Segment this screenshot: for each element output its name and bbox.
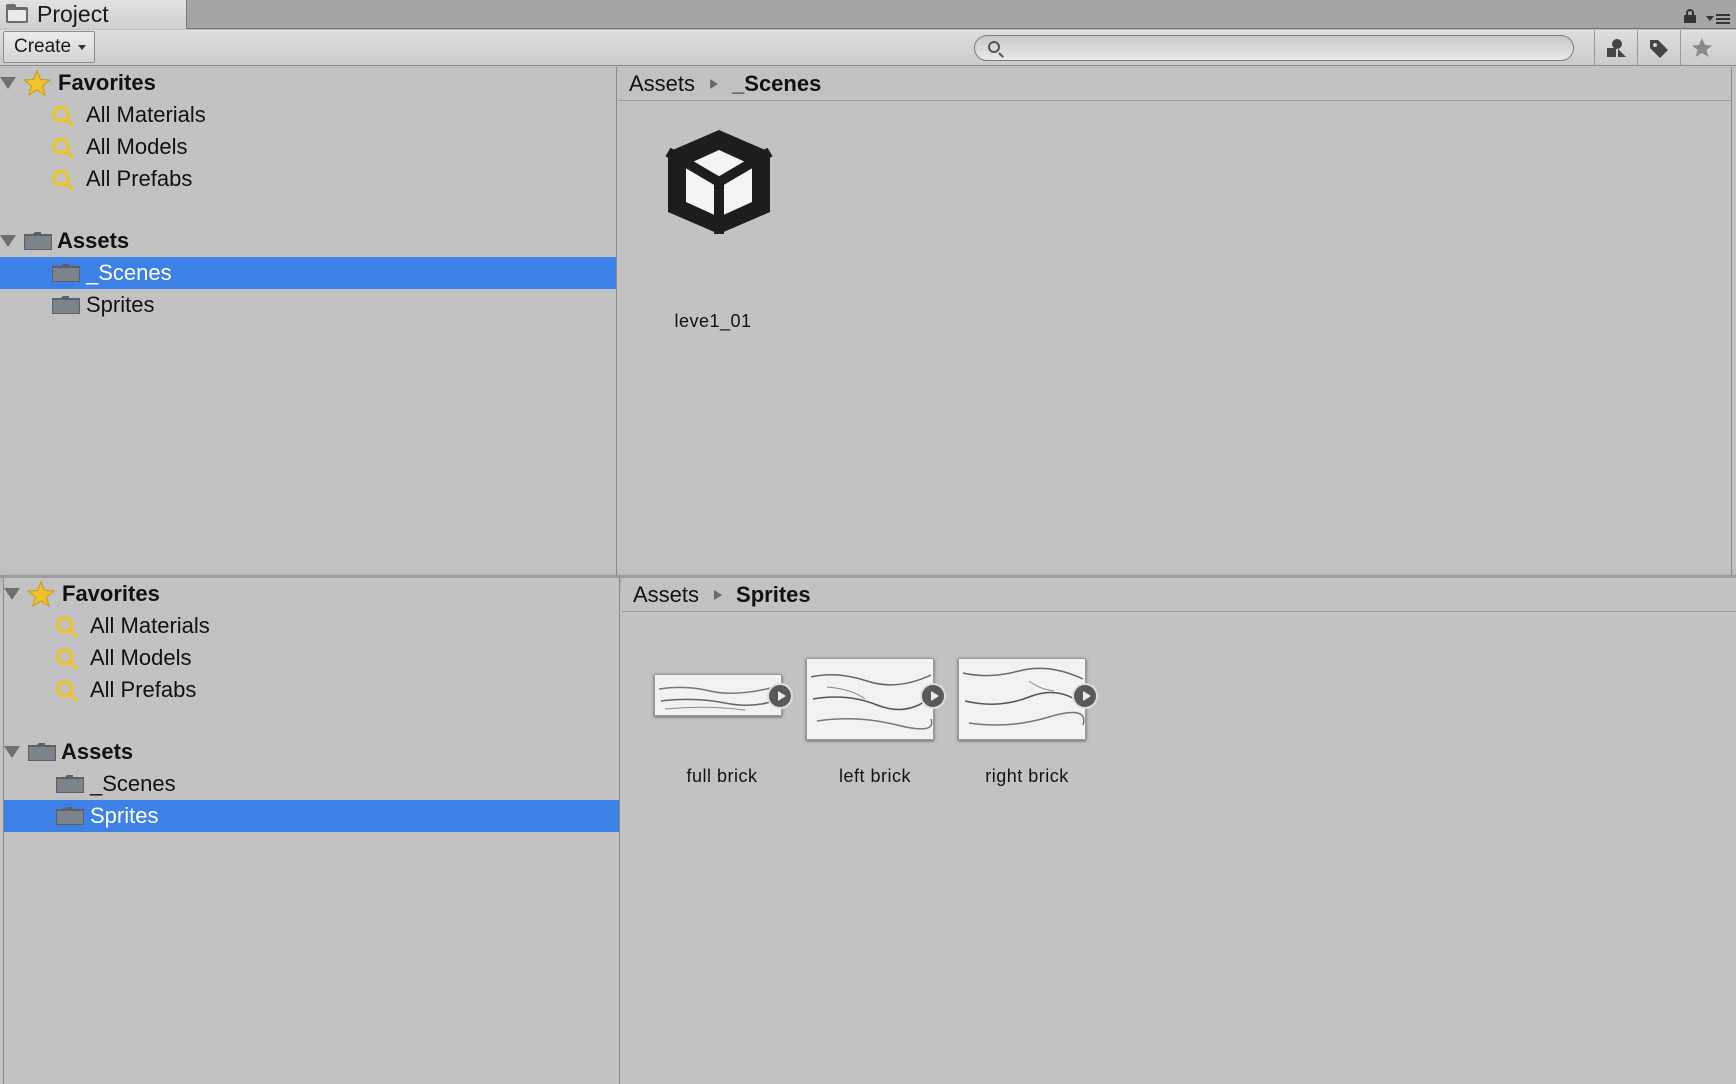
asset-item[interactable]: left brick (800, 658, 950, 818)
folder-icon (28, 743, 56, 761)
breadcrumb-separator-icon (710, 78, 719, 89)
tree-item-scenes[interactable]: _Scenes (4, 768, 619, 800)
breadcrumb-current[interactable]: _Scenes (732, 71, 821, 97)
filter-by-label-button[interactable] (1637, 30, 1680, 65)
breadcrumb: Assets _Scenes (618, 67, 1731, 101)
expand-arrow-icon[interactable] (4, 588, 20, 600)
create-button-label: Create (14, 36, 72, 57)
folder-tree-top: Favorites All Materials All Models All P… (0, 67, 617, 576)
asset-name: right brick (985, 766, 1069, 786)
project-tab[interactable]: Project (0, 0, 187, 29)
tree-item-label: All Models (90, 645, 192, 670)
sprite-thumbnail (806, 658, 934, 740)
tree-item-label: _Scenes (86, 260, 172, 285)
tree-item-all-models[interactable]: All Models (4, 642, 619, 674)
search-icon (52, 169, 75, 192)
filter-by-type-button[interactable] (1594, 30, 1637, 65)
search-input[interactable] (1007, 38, 1557, 58)
search-icon (988, 41, 1000, 53)
play-icon[interactable] (920, 683, 946, 709)
lock-icon[interactable] (1684, 9, 1696, 23)
chevron-down-icon (78, 45, 86, 50)
folder-icon (56, 807, 84, 825)
tree-item-label: All Materials (90, 613, 210, 638)
create-button[interactable]: Create (3, 31, 95, 63)
search-icon (56, 648, 79, 671)
tree-item-sprites[interactable]: Sprites (0, 289, 616, 321)
tree-item-all-prefabs[interactable]: All Prefabs (0, 163, 616, 195)
filter-by-type-icon (1607, 38, 1626, 57)
tree-item-label: Favorites (58, 70, 156, 95)
star-icon (23, 70, 51, 96)
breadcrumb: Assets Sprites (622, 578, 1736, 612)
tree-item-label: All Models (86, 134, 188, 159)
tree-item-assets[interactable]: Assets (4, 736, 619, 768)
star-icon (27, 581, 55, 607)
folder-icon (52, 296, 80, 314)
tree-item-label: All Prefabs (90, 677, 197, 702)
asset-item[interactable]: right brick (952, 658, 1102, 818)
tree-item-label: Sprites (86, 292, 155, 317)
favorites-filter-button[interactable] (1680, 30, 1723, 65)
asset-grid-bottom: Assets Sprites full brick left brick rig… (622, 578, 1736, 1084)
tree-item-label: Assets (57, 228, 130, 253)
tree-item-label: _Scenes (90, 771, 176, 796)
tree-item-label: Sprites (90, 803, 159, 828)
play-icon[interactable] (767, 683, 793, 709)
sprite-thumbnail (958, 658, 1086, 740)
tree-item-label: Favorites (62, 581, 160, 606)
expand-arrow-icon[interactable] (0, 235, 16, 247)
tree-item-favorites[interactable]: Favorites (4, 578, 619, 610)
search-icon (52, 137, 75, 160)
asset-name: left brick (838, 766, 912, 786)
tree-item-sprites[interactable]: Sprites (4, 800, 619, 832)
tree-item-all-materials[interactable]: All Materials (0, 99, 616, 131)
window-tab-bar: Project (0, 0, 1736, 29)
tree-item-label: Assets (61, 739, 134, 764)
folder-icon (24, 232, 52, 250)
asset-item[interactable]: leve1_01 (648, 122, 778, 352)
filter-by-label-icon (1650, 39, 1668, 58)
folder-icon (6, 3, 28, 23)
asset-item[interactable]: full brick (647, 658, 797, 818)
tree-item-all-prefabs[interactable]: All Prefabs (4, 674, 619, 706)
breadcrumb-root[interactable]: Assets (629, 71, 695, 97)
expand-arrow-icon[interactable] (0, 77, 16, 89)
asset-name: leve1_01 (674, 311, 752, 331)
breadcrumb-separator-icon (714, 589, 723, 600)
folder-tree-bottom: Favorites All Materials All Models All P… (3, 578, 620, 1084)
search-icon (56, 616, 79, 639)
search-icon (52, 105, 75, 128)
toolbar: Create (0, 30, 1736, 66)
folder-icon (56, 775, 84, 793)
tree-item-scenes[interactable]: _Scenes (0, 257, 616, 289)
expand-arrow-icon[interactable] (4, 746, 20, 758)
asset-name: full brick (686, 766, 758, 786)
tree-item-all-materials[interactable]: All Materials (4, 610, 619, 642)
tree-item-label: All Prefabs (86, 166, 193, 191)
breadcrumb-current[interactable]: Sprites (736, 582, 811, 608)
tree-item-all-models[interactable]: All Models (0, 131, 616, 163)
tree-item-assets[interactable]: Assets (0, 225, 616, 257)
asset-grid-top: Assets _Scenes leve1_01 (618, 67, 1732, 576)
tab-title: Project (37, 1, 109, 27)
folder-icon (52, 264, 80, 282)
menu-icon[interactable] (1706, 12, 1732, 26)
search-icon (56, 680, 79, 703)
tree-item-favorites[interactable]: Favorites (0, 67, 616, 99)
play-icon[interactable] (1072, 683, 1098, 709)
breadcrumb-root[interactable]: Assets (633, 582, 699, 608)
favorites-star-icon (1692, 37, 1712, 57)
search-field[interactable] (974, 35, 1574, 61)
tree-item-label: All Materials (86, 102, 206, 127)
unity-scene-icon (665, 130, 773, 234)
sprite-thumbnail (654, 674, 782, 716)
